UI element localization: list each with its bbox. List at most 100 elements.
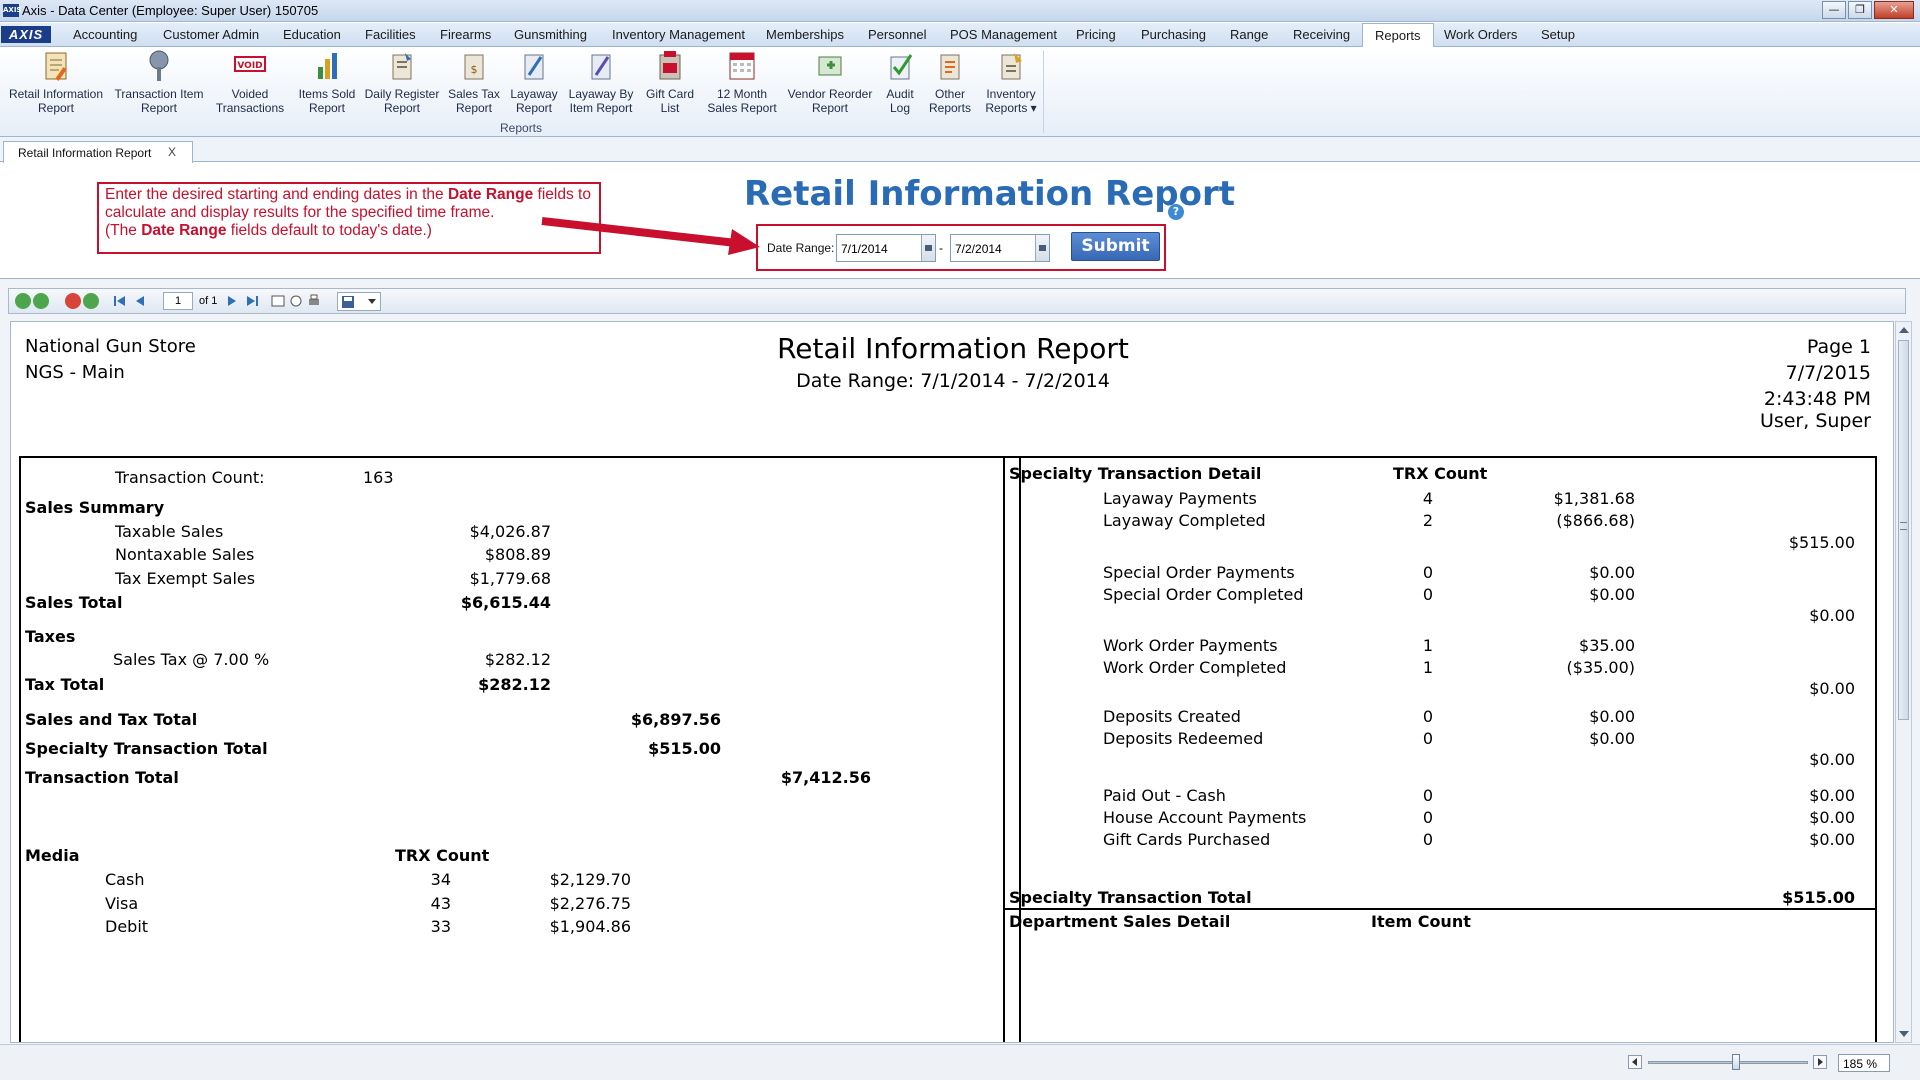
menu-tab-accounting[interactable]: Accounting — [73, 27, 137, 42]
help-icon[interactable]: ? — [1168, 204, 1184, 220]
menu-tab-pos-management[interactable]: POS Management — [950, 27, 1057, 42]
specialty-group-subtotal: $0.00 — [1809, 750, 1855, 769]
menu-tab-work-orders[interactable]: Work Orders — [1444, 27, 1517, 42]
menu-tab-pricing[interactable]: Pricing — [1076, 27, 1116, 42]
document-tab-strip: Retail Information Report X — [0, 137, 1920, 163]
start-date-field[interactable]: 7/1/2014 — [836, 234, 936, 262]
tab-retail-information-report[interactable]: Retail Information Report X — [3, 141, 193, 163]
viewer-statusbar: 185 % — [0, 1044, 1920, 1080]
ribbon-group-separator — [1043, 51, 1044, 133]
specialty-row-amount: $0.00 — [1809, 786, 1855, 805]
vendor-reorder-report-button[interactable]: Vendor Reorder Report — [786, 49, 874, 115]
menu-tab-range[interactable]: Range — [1230, 27, 1268, 42]
callout-text: fields default to today's date.) — [226, 222, 432, 239]
print-layout-icon[interactable] — [271, 294, 285, 308]
layaway-by-item-report-button[interactable]: Layaway By Item Report — [564, 49, 638, 115]
zoom-slider[interactable] — [1648, 1061, 1808, 1064]
specialty-row-amount: $0.00 — [1589, 729, 1635, 748]
menu-tab-education[interactable]: Education — [283, 27, 341, 42]
tax-report-icon: $ — [459, 49, 489, 83]
export-dropdown[interactable] — [337, 292, 381, 311]
zoom-slider-thumb[interactable] — [1732, 1054, 1740, 1070]
calendar-picker-icon[interactable] — [921, 235, 935, 261]
ribbon-label: Report — [515, 101, 553, 115]
refresh-icon[interactable] — [83, 293, 99, 309]
audit-log-button[interactable]: Audit Log — [880, 49, 920, 115]
ribbon-label: Sales Report — [707, 101, 777, 115]
zoom-out-button[interactable] — [1628, 1055, 1642, 1069]
ribbon-label: List — [660, 101, 680, 115]
specialty-row-count: 0 — [1422, 830, 1433, 849]
menu-tab-personnel[interactable]: Personnel — [868, 27, 927, 42]
instruction-callout: Enter the desired starting and ending da… — [97, 182, 601, 254]
svg-text:VOID: VOID — [237, 61, 262, 71]
transaction-item-report-button[interactable]: Transaction Item Report — [112, 49, 206, 115]
menu-tab-facilities[interactable]: Facilities — [365, 27, 416, 42]
page-number-input[interactable]: 1 — [163, 292, 193, 310]
zoom-in-button[interactable] — [1813, 1055, 1827, 1069]
restore-button[interactable]: ❐ — [1848, 1, 1872, 19]
menu-tab-reports[interactable]: Reports — [1362, 23, 1434, 48]
inventory-reports-dropdown[interactable]: Inventory Reports ▾ — [980, 49, 1042, 115]
next-page-icon[interactable] — [225, 294, 239, 308]
page-setup-icon[interactable] — [289, 294, 303, 308]
scroll-up-icon[interactable] — [1899, 327, 1909, 333]
menu-tab-customer-admin[interactable]: Customer Admin — [163, 27, 259, 42]
specialty-row-name: Work Order Completed — [1103, 658, 1287, 677]
specialty-row-amount: $1,381.68 — [1553, 489, 1635, 508]
layaway-report-button[interactable]: Layaway Report — [506, 49, 562, 115]
ribbon-group-label: Reports — [500, 121, 543, 135]
close-tab-icon[interactable]: X — [168, 145, 176, 159]
gift-card-list-button[interactable]: Gift Card List — [642, 49, 698, 115]
last-page-icon[interactable] — [245, 294, 259, 308]
layaway-report-icon — [519, 49, 549, 83]
sales-tax-report-button[interactable]: $ Sales Tax Report — [444, 49, 504, 115]
other-reports-button[interactable]: Other Reports — [924, 49, 976, 115]
chevron-left-icon — [1632, 1058, 1637, 1066]
end-date-field[interactable]: 7/2/2014 — [950, 234, 1050, 262]
menu-tab-inventory-management[interactable]: Inventory Management — [612, 27, 745, 42]
zoom-level[interactable]: 185 % — [1838, 1054, 1890, 1072]
nontaxable-sales-value: $808.89 — [484, 545, 551, 564]
menu-tab-purchasing[interactable]: Purchasing — [1141, 27, 1206, 42]
ribbon-label: Vendor Reorder — [787, 87, 873, 101]
previous-page-icon[interactable] — [133, 294, 147, 308]
submit-button[interactable]: Submit — [1071, 232, 1160, 261]
daily-register-report-button[interactable]: Daily Register Report — [364, 49, 440, 115]
items-sold-report-button[interactable]: Items Sold Report — [292, 49, 362, 115]
menu-tab-memberships[interactable]: Memberships — [766, 27, 844, 42]
menu-tab-firearms[interactable]: Firearms — [440, 27, 491, 42]
minimize-button[interactable]: — — [1822, 1, 1846, 19]
close-window-button[interactable]: ✕ — [1874, 1, 1914, 19]
specialty-transaction-total-label: Specialty Transaction Total — [25, 739, 268, 758]
callout-emphasis: Date Range — [141, 222, 227, 239]
bar-chart-icon — [312, 49, 342, 83]
specialty-row-amount: $0.00 — [1809, 830, 1855, 849]
12-month-sales-report-button[interactable]: 12 Month Sales Report — [702, 49, 782, 115]
back-icon[interactable] — [15, 293, 31, 309]
specialty-row-count: 1 — [1422, 636, 1433, 655]
menu-tab-gunsmithing[interactable]: Gunsmithing — [514, 27, 587, 42]
retail-information-report-button[interactable]: Retail Information Report — [6, 49, 106, 115]
register-report-icon — [387, 49, 417, 83]
media-amount: $2,129.70 — [549, 870, 631, 889]
ribbon-label: Report — [308, 101, 346, 115]
first-page-icon[interactable] — [113, 294, 127, 308]
report-viewer: 1 of 1 National Gun Store NGS - Main Ret… — [0, 278, 1920, 1080]
scroll-down-icon[interactable] — [1899, 1031, 1909, 1037]
report-vertical-scrollbar[interactable] — [1895, 321, 1912, 1043]
report-user: User, Super — [1759, 410, 1871, 432]
stop-icon[interactable] — [65, 293, 81, 309]
sales-tax-label: Sales Tax @ 7.00 % — [113, 650, 270, 669]
voided-transactions-button[interactable]: VOID Voided Transactions — [212, 49, 288, 115]
tab-label: Retail Information Report — [18, 146, 152, 160]
menu-tab-setup[interactable]: Setup — [1541, 27, 1575, 42]
transaction-total-value: $7,412.56 — [780, 768, 871, 787]
inventory-reports-icon — [996, 49, 1026, 83]
menu-tab-receiving[interactable]: Receiving — [1293, 27, 1350, 42]
forward-icon[interactable] — [33, 293, 49, 309]
scrollbar-thumb[interactable] — [1898, 340, 1909, 720]
calendar-picker-icon[interactable] — [1035, 235, 1049, 261]
specialty-row-name: Deposits Redeemed — [1103, 729, 1264, 748]
print-icon[interactable] — [307, 294, 321, 308]
